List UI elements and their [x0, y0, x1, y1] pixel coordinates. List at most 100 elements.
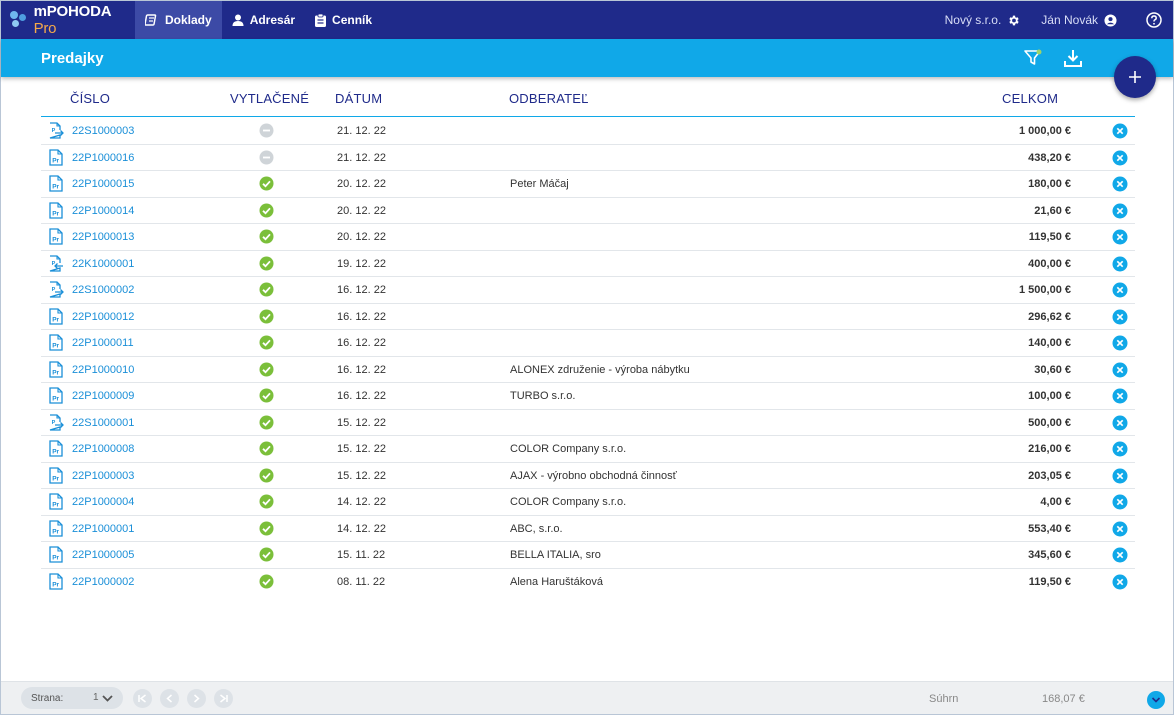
table-row[interactable]: Pr 22P1000008 15. 12. 22 COLOR Company s.r.…	[41, 436, 1135, 463]
document-total: 100,00 €	[1028, 390, 1071, 402]
document-number-link[interactable]: 22S1000002	[72, 284, 134, 296]
table-row[interactable]: Pr 22P1000004 14. 12. 22 COLOR Company s.r.…	[41, 489, 1135, 516]
document-number-link[interactable]: 22P1000002	[72, 576, 134, 588]
nav-item-cennik[interactable]: Cenník	[305, 1, 382, 39]
previous-page-button[interactable]	[160, 689, 179, 708]
document-number-link[interactable]: 22S1000001	[72, 417, 134, 429]
delete-icon[interactable]	[1112, 362, 1128, 381]
delete-icon[interactable]	[1112, 256, 1128, 275]
document-date: 14. 12. 22	[337, 522, 386, 535]
delete-icon[interactable]	[1112, 468, 1128, 487]
document-date: 16. 12. 22	[337, 284, 386, 296]
last-page-button[interactable]	[214, 689, 233, 708]
document-number-link[interactable]: 22K1000001	[72, 258, 134, 270]
document-number-link[interactable]: 22P1000011	[72, 337, 134, 349]
table-row[interactable]: P 22S1000003 21. 12. 22 1 000,00 €	[41, 118, 1135, 145]
table-row[interactable]: P 22S1000001 15. 12. 22 500,00 €	[41, 410, 1135, 436]
document-total: 1 000,00 €	[1019, 125, 1071, 137]
document-date: 16. 12. 22	[337, 363, 386, 376]
document-total: 21,60 €	[1034, 204, 1071, 217]
document-number-link[interactable]: 22P1000016	[72, 152, 134, 164]
document-total: 140,00 €	[1028, 337, 1071, 349]
delete-icon[interactable]	[1112, 441, 1128, 460]
add-button[interactable]	[1114, 56, 1156, 98]
app-brand[interactable]: mPOHODA Pro	[1, 1, 135, 39]
user-menu[interactable]: Ján Novák	[1041, 13, 1117, 27]
document-number-link[interactable]: 22P1000005	[72, 549, 134, 561]
svg-text:Pr: Pr	[52, 581, 59, 588]
document-number-link[interactable]: 22P1000003	[72, 470, 134, 482]
document-date: 08. 11. 22	[337, 575, 386, 588]
delete-icon[interactable]	[1112, 229, 1128, 248]
document-number-link[interactable]: 22P1000004	[72, 496, 134, 508]
table-row[interactable]: Pr 22P1000011 16. 12. 22 140,00 €	[41, 330, 1135, 357]
document-total: 30,60 €	[1034, 363, 1071, 376]
delete-icon[interactable]	[1112, 309, 1128, 328]
table-row[interactable]: P 22S1000002 16. 12. 22 1 500,00 €	[41, 277, 1135, 304]
first-page-button[interactable]	[133, 689, 152, 708]
document-pr-icon: Pr	[49, 334, 63, 354]
document-date: 20. 12. 22	[337, 178, 386, 190]
gear-icon	[1009, 15, 1019, 25]
document-number-link[interactable]: 22P1000015	[72, 178, 134, 190]
document-number-link[interactable]: 22S1000003	[72, 125, 134, 137]
document-number-link[interactable]: 22P1000014	[72, 205, 134, 217]
expand-summary-button[interactable]	[1147, 691, 1165, 709]
table-row[interactable]: Pr 22P1000014 20. 12. 22 21,60 €	[41, 198, 1135, 224]
document-number-link[interactable]: 22P1000001	[72, 523, 134, 535]
page-select[interactable]: Strana: 1	[21, 687, 123, 709]
download-button[interactable]	[1063, 48, 1083, 73]
svg-text:Pr: Pr	[52, 449, 59, 456]
document-date: 21. 12. 22	[337, 125, 386, 137]
document-date: 14. 12. 22	[337, 496, 386, 508]
delete-icon[interactable]	[1112, 388, 1128, 407]
delete-icon[interactable]	[1112, 415, 1128, 434]
delete-icon[interactable]	[1112, 176, 1128, 195]
delete-icon[interactable]	[1112, 150, 1128, 169]
table-row[interactable]: P 22K1000001 19. 12. 22 400,00 €	[41, 251, 1135, 277]
table-row[interactable]: Pr 22P1000010 16. 12. 22 ALONEX združenie -…	[41, 357, 1135, 383]
delete-icon[interactable]	[1112, 494, 1128, 513]
column-header-printed[interactable]: VYTLAČENÉ	[230, 91, 309, 106]
table-row[interactable]: Pr 22P1000013 20. 12. 22 119,50 €	[41, 224, 1135, 251]
table-row[interactable]: Pr 22P1000001 14. 12. 22 ABC, s.r.o. 553,40 …	[41, 516, 1135, 542]
document-pr-icon: Pr	[49, 307, 63, 328]
column-header-total[interactable]: CELKOM	[1002, 91, 1058, 106]
table-row[interactable]: Pr 22P1000002 08. 11. 22 Alena Haruštáková 1…	[41, 569, 1135, 594]
document-total: 500,00 €	[1028, 416, 1071, 429]
table-row[interactable]: Pr 22P1000015 20. 12. 22 Peter Máčaj 180,00 …	[41, 171, 1135, 198]
table-row[interactable]: Pr 22P1000012 16. 12. 22 296,62 €	[41, 304, 1135, 330]
table-row[interactable]: Pr 22P1000005 15. 11. 22 BELLA ITALIA, sro 3…	[41, 542, 1135, 569]
document-number-link[interactable]: 22P1000013	[72, 231, 134, 243]
document-number-link[interactable]: 22P1000010	[72, 364, 134, 376]
delete-icon[interactable]	[1112, 282, 1128, 301]
summary-value: 168,07 €	[1042, 693, 1085, 705]
column-header-customer[interactable]: ODBERATEĽ	[509, 91, 589, 106]
delete-icon[interactable]	[1112, 574, 1128, 593]
column-header-number[interactable]: ČÍSLO	[70, 91, 110, 106]
delete-icon[interactable]	[1112, 521, 1128, 540]
document-number-link[interactable]: 22P1000012	[72, 311, 134, 323]
document-total: 4,00 €	[1040, 496, 1071, 508]
delete-icon[interactable]	[1112, 547, 1128, 566]
printed-check-icon	[259, 574, 274, 592]
table-row[interactable]: Pr 22P1000016 21. 12. 22 438,20 €	[41, 145, 1135, 171]
printed-check-icon	[259, 494, 274, 512]
document-number-link[interactable]: 22P1000008	[72, 443, 134, 455]
delete-icon[interactable]	[1112, 123, 1128, 142]
delete-icon[interactable]	[1112, 335, 1128, 354]
nav-item-doklady[interactable]: Doklady	[135, 1, 222, 39]
customer-name: TURBO s.r.o.	[510, 390, 576, 402]
company-selector[interactable]: Nový s.r.o.	[945, 13, 1021, 27]
filter-button[interactable]	[1023, 48, 1043, 73]
document-number-link[interactable]: 22P1000009	[72, 390, 134, 402]
delete-icon[interactable]	[1112, 203, 1128, 222]
nav-item-adresar[interactable]: Adresár	[222, 1, 305, 39]
document-total: 345,60 €	[1028, 549, 1071, 561]
customer-name: BELLA ITALIA, sro	[510, 549, 601, 561]
table-row[interactable]: Pr 22P1000003 15. 12. 22 AJAX - výrobno obc…	[41, 463, 1135, 489]
table-row[interactable]: Pr 22P1000009 16. 12. 22 TURBO s.r.o. 100,00…	[41, 383, 1135, 410]
help-button[interactable]	[1140, 12, 1162, 28]
next-page-button[interactable]	[187, 689, 206, 708]
column-header-date[interactable]: DÁTUM	[335, 91, 382, 106]
